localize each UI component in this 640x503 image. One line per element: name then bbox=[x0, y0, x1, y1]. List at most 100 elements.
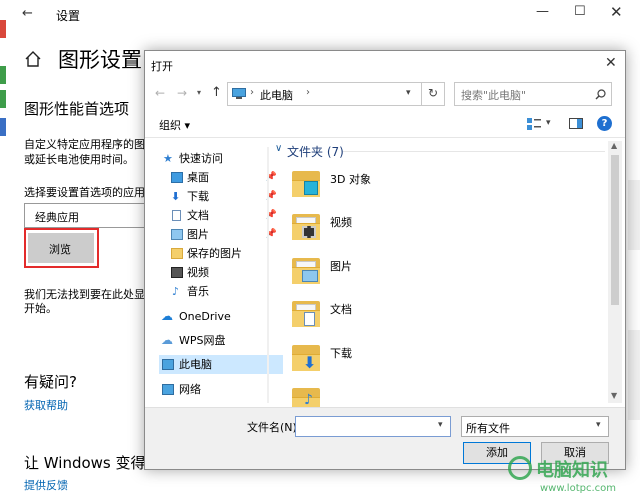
address-sep-icon: › bbox=[250, 87, 254, 98]
picture-icon bbox=[171, 229, 183, 240]
nav-quick-access[interactable]: ★ 快速访问 bbox=[159, 149, 283, 168]
help-icon[interactable]: ? bbox=[597, 116, 612, 131]
nav-label: OneDrive bbox=[179, 310, 231, 323]
minimize-icon[interactable]: — bbox=[536, 4, 549, 19]
nav-label: 下载 bbox=[187, 190, 209, 203]
nav-label: 图片 bbox=[187, 228, 209, 241]
left-edge-strip-blue bbox=[0, 118, 6, 136]
close-window-icon[interactable]: ✕ bbox=[610, 3, 623, 21]
scroll-thumb[interactable] bbox=[611, 155, 619, 305]
view-dropdown-icon[interactable]: ▾ bbox=[546, 118, 551, 128]
feedback-link[interactable]: 提供反馈 bbox=[24, 477, 68, 493]
nav-scrollbar[interactable] bbox=[267, 147, 269, 403]
folder-downloads[interactable]: ⬇ 下载 bbox=[292, 345, 352, 372]
folder-label: 下载 bbox=[330, 347, 352, 360]
folder-pictures[interactable]: 图片 bbox=[292, 258, 352, 284]
back-arrow-icon[interactable]: ← bbox=[22, 6, 33, 21]
cube-icon bbox=[304, 181, 318, 195]
nav-label: 文档 bbox=[187, 209, 209, 222]
network-icon bbox=[162, 384, 174, 395]
recent-dropdown-icon[interactable]: ▾ bbox=[197, 88, 201, 97]
chevron-down-icon[interactable]: ▾ bbox=[438, 420, 443, 430]
nav-saved-pictures[interactable]: 保存的图片 bbox=[159, 244, 283, 263]
view-options-icon[interactable] bbox=[527, 118, 541, 130]
search-icon bbox=[595, 89, 606, 100]
right-edge-strip bbox=[628, 330, 640, 420]
page-title: 图形设置 bbox=[58, 48, 142, 72]
search-box[interactable]: 搜索"此电脑" bbox=[454, 82, 612, 106]
dialog-close-icon[interactable]: ✕ bbox=[605, 55, 617, 71]
nav-label: 保存的图片 bbox=[187, 247, 242, 260]
watermark-logo-icon bbox=[508, 456, 532, 480]
nav-label: 桌面 bbox=[187, 171, 209, 184]
up-icon[interactable]: ↑ bbox=[211, 85, 222, 100]
app-type-value: 经典应用 bbox=[35, 211, 79, 224]
content-scrollbar-track[interactable]: ▲ ▼ bbox=[608, 141, 622, 403]
document-icon bbox=[304, 312, 315, 326]
nav-this-pc[interactable]: 此电脑 bbox=[159, 355, 283, 374]
nav-label: WPS网盘 bbox=[179, 334, 226, 347]
breadcrumb-this-pc[interactable]: 此电脑 bbox=[260, 87, 293, 103]
nav-label: 音乐 bbox=[187, 285, 209, 298]
folder-label: 图片 bbox=[330, 260, 352, 273]
computer-icon bbox=[162, 359, 174, 370]
cloud-icon: ☁ bbox=[161, 309, 173, 323]
nav-music[interactable]: ♪ 音乐 bbox=[159, 282, 283, 301]
open-file-dialog: 打开 ✕ ← → ▾ ↑ › 此电脑 › ▾ ↻ 搜索"此电脑" 组织 ▾ ▾ … bbox=[144, 50, 626, 470]
music-note-icon: ♪ bbox=[172, 285, 180, 298]
folder-music[interactable]: ♪ 音乐 bbox=[292, 388, 320, 408]
folder-videos[interactable]: 视频 bbox=[292, 214, 352, 240]
group-divider bbox=[343, 151, 605, 152]
nav-onedrive[interactable]: ☁ OneDrive bbox=[159, 307, 283, 326]
folder-documents[interactable]: 文档 bbox=[292, 301, 352, 327]
folder-3d-objects[interactable]: 3D 对象 bbox=[292, 171, 371, 197]
description-line-1: 自定义特定应用程序的图 bbox=[24, 138, 145, 151]
scroll-up-icon[interactable]: ▲ bbox=[611, 141, 617, 150]
organize-button[interactable]: 组织 ▾ bbox=[159, 117, 190, 133]
search-placeholder: 搜索"此电脑" bbox=[461, 89, 527, 102]
folder-label: 视频 bbox=[330, 216, 352, 229]
navigation-pane: ★ 快速访问 桌面 📌 ⬇ 下载 📌 文档 📌 图片 📌 保存的图片 视频 ♪ … bbox=[159, 147, 283, 403]
nav-wps[interactable]: ☁ WPS网盘 bbox=[159, 331, 283, 350]
folders-group-header[interactable]: 文件夹 (7) bbox=[287, 143, 344, 160]
scroll-down-icon[interactable]: ▼ bbox=[611, 391, 617, 400]
nav-label: 网络 bbox=[179, 383, 201, 396]
browse-button[interactable]: 浏览 bbox=[28, 233, 94, 263]
nav-documents[interactable]: 文档 📌 bbox=[159, 206, 283, 225]
back-icon[interactable]: ← bbox=[155, 86, 165, 100]
star-icon: ★ bbox=[163, 152, 173, 165]
settings-window-title: 设置 bbox=[56, 9, 81, 23]
maximize-icon[interactable]: ☐ bbox=[574, 4, 586, 19]
breadcrumb-chevron-icon[interactable]: › bbox=[306, 87, 310, 98]
nav-desktop[interactable]: 桌面 📌 bbox=[159, 168, 283, 187]
app-type-dropdown[interactable]: 经典应用 bbox=[24, 203, 146, 228]
download-arrow-icon: ⬇ bbox=[303, 353, 317, 372]
folder-label: 3D 对象 bbox=[330, 173, 371, 186]
preview-pane-icon[interactable] bbox=[569, 118, 583, 129]
filename-label: 文件名(N): bbox=[247, 421, 301, 434]
wps-cloud-icon: ☁ bbox=[161, 333, 173, 347]
home-icon[interactable] bbox=[24, 50, 42, 68]
watermark-name: 电脑知识 bbox=[536, 460, 608, 481]
get-help-link[interactable]: 获取帮助 bbox=[24, 397, 68, 413]
nav-label: 此电脑 bbox=[179, 358, 212, 371]
folders-chevron-icon[interactable]: ∨ bbox=[275, 143, 282, 154]
document-icon bbox=[172, 210, 181, 221]
chevron-down-icon: ▾ bbox=[406, 88, 411, 98]
nav-downloads[interactable]: ⬇ 下载 📌 bbox=[159, 187, 283, 206]
section-title: 图形性能首选项 bbox=[24, 100, 130, 118]
download-arrow-icon: ⬇ bbox=[171, 190, 181, 203]
chevron-down-icon: ▾ bbox=[596, 420, 601, 430]
filename-input[interactable]: ▾ bbox=[295, 416, 451, 437]
filetype-select[interactable]: 所有文件 ▾ bbox=[461, 416, 609, 437]
nav-pictures[interactable]: 图片 📌 bbox=[159, 225, 283, 244]
video-icon bbox=[171, 267, 183, 278]
forward-icon[interactable]: → bbox=[177, 86, 187, 100]
left-edge-strip-green bbox=[0, 66, 6, 84]
film-icon bbox=[302, 226, 316, 238]
watermark-url: www.lotpc.com bbox=[540, 483, 616, 494]
refresh-button[interactable]: ↻ bbox=[421, 82, 445, 106]
address-dropdown[interactable]: ▾ bbox=[400, 82, 422, 106]
nav-videos[interactable]: 视频 bbox=[159, 263, 283, 282]
nav-network[interactable]: 网络 bbox=[159, 380, 283, 399]
